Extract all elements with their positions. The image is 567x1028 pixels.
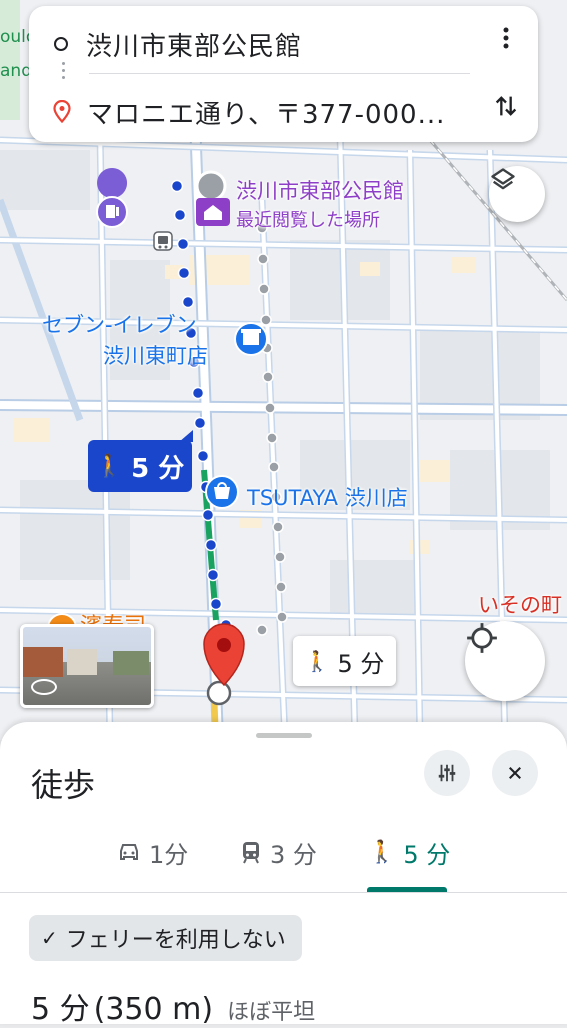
shopping-bag-icon[interactable] — [205, 475, 239, 509]
crosshair-icon — [467, 623, 497, 653]
route-options-button[interactable] — [424, 750, 470, 796]
my-location-button[interactable] — [465, 621, 545, 701]
poi-sublabel-recent: 最近閲覧した場所 — [236, 210, 380, 231]
origin-circle-icon — [54, 37, 68, 51]
alternate-route-duration-chip[interactable]: 🚶 5 分 — [293, 636, 396, 686]
walk-icon: 🚶 — [95, 453, 124, 479]
map-edge-label: and — [0, 61, 32, 81]
more-options-button[interactable] — [496, 26, 516, 50]
transit-icon — [243, 842, 259, 864]
summary-time: 5 分 — [31, 992, 90, 1027]
divider — [89, 73, 470, 74]
route-duration-badge[interactable]: 🚶 5 分 — [88, 430, 193, 492]
swap-locations-button[interactable] — [492, 92, 520, 120]
travel-mode-title: 徒歩 — [31, 766, 96, 804]
check-icon: ✓ — [41, 926, 58, 950]
poi-label-community-hall[interactable]: 渋川市東部公民館 — [236, 175, 404, 205]
poi-label-right-edge[interactable]: いその町 — [478, 589, 562, 619]
tune-icon — [438, 764, 456, 782]
directions-bottom-sheet: 徒歩 1分 3 分 🚶 5 分 ✓ フェリーを利用しない 5 分 (350 m)… — [0, 722, 567, 1027]
bus-stop-icon[interactable] — [153, 231, 173, 251]
car-icon — [120, 844, 138, 860]
rotate-360-icon — [31, 679, 57, 695]
convenience-store-icon[interactable] — [234, 322, 268, 356]
destination-pin-small-icon — [53, 100, 71, 124]
summary-terrain: ほぼ平坦 — [227, 1000, 316, 1025]
summary-distance: (350 m) — [93, 992, 214, 1027]
origin-row[interactable]: 渋川市東部公民館 — [29, 14, 538, 74]
street-view-thumbnail[interactable] — [20, 624, 154, 708]
avoid-ferries-chip[interactable]: ✓ フェリーを利用しない — [29, 915, 302, 961]
route-summary[interactable]: 5 分 (350 m) ほぼ平坦 — [31, 984, 315, 1028]
directions-search-card: 渋川市東部公民館 マロニエ通り、〒377-000... — [29, 6, 538, 142]
active-tab-indicator — [367, 887, 447, 892]
close-icon — [509, 767, 521, 779]
tab-driving-label: 1分 — [149, 840, 189, 869]
swap-vert-icon — [495, 96, 517, 116]
poi-label-tsutaya[interactable]: TSUTAYA 渋川店 — [247, 482, 408, 512]
origin-marker[interactable] — [195, 170, 227, 202]
drag-handle[interactable] — [256, 733, 312, 738]
avoid-ferries-label: フェリーを利用しない — [65, 928, 286, 953]
tab-driving[interactable]: 1分 — [117, 832, 188, 872]
poi-label-seven-eleven-branch[interactable]: 渋川東町店 — [103, 340, 208, 370]
route-duration-text: 5 分 — [131, 453, 185, 484]
layers-icon — [491, 168, 515, 190]
travel-mode-tabs: 1分 3 分 🚶 5 分 — [0, 822, 567, 893]
destination-input[interactable]: マロニエ通り、〒377-000... — [87, 94, 445, 131]
walk-icon: 🚶 — [304, 649, 330, 673]
destination-row[interactable]: マロニエ通り、〒377-000... — [29, 82, 538, 142]
poi-label-seven-eleven[interactable]: セブン-イレブン — [42, 309, 197, 339]
tab-walking-label: 5 分 — [403, 840, 451, 869]
walk-icon: 🚶 — [368, 839, 396, 865]
tab-walking[interactable]: 🚶 5 分 — [368, 832, 450, 872]
origin-input[interactable]: 渋川市東部公民館 — [86, 26, 302, 63]
tab-transit[interactable]: 3 分 — [240, 832, 317, 872]
route-connector-icon — [62, 62, 65, 83]
alternate-route-duration-text: 5 分 — [337, 649, 385, 678]
close-button[interactable] — [492, 750, 538, 796]
layers-button[interactable] — [489, 166, 545, 222]
more-vert-icon — [503, 27, 509, 49]
tab-transit-label: 3 分 — [270, 840, 317, 869]
